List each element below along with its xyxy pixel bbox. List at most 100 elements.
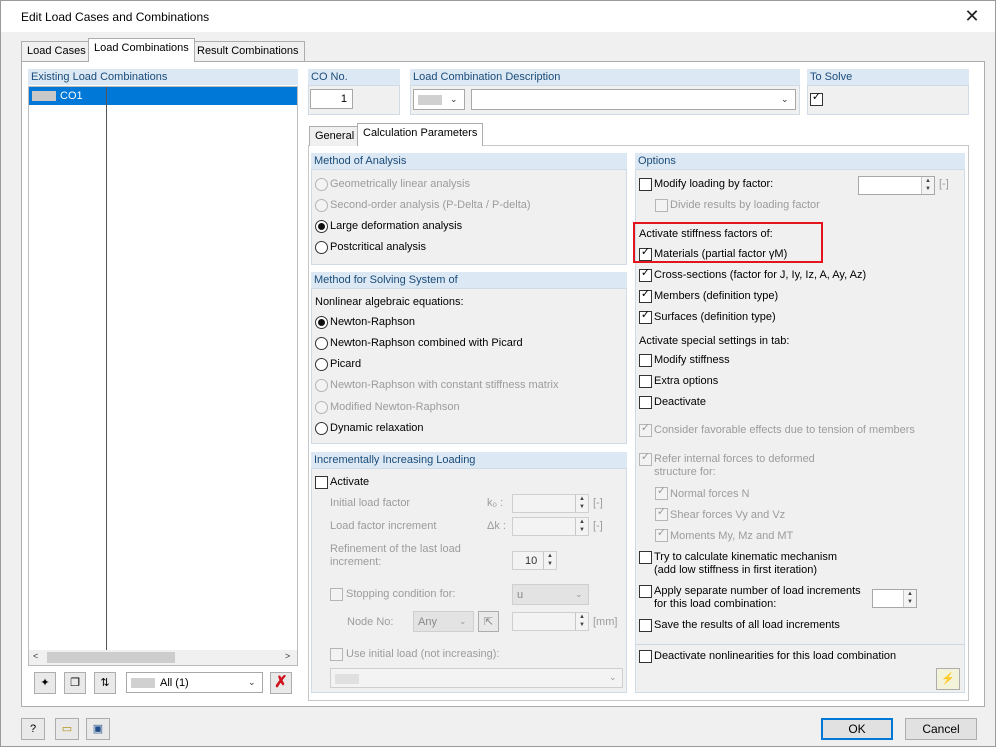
column-divider (106, 87, 107, 665)
window-title: Edit Load Cases and Combinations (21, 10, 210, 24)
new-combination-icon[interactable]: ✦ (34, 672, 56, 694)
radio-second-order[interactable] (315, 199, 328, 212)
tab-load-cases[interactable]: Load Cases (21, 41, 92, 61)
use-initial-load-checkbox[interactable] (330, 648, 343, 661)
description-type-select[interactable]: ⌄ (413, 89, 465, 110)
stopping-value: u (517, 589, 524, 601)
open-folder-icon[interactable]: ▭ (55, 718, 79, 740)
list-item[interactable]: CO1 (29, 87, 297, 105)
radio-modified-newton[interactable] (315, 401, 328, 414)
radio-postcritical[interactable] (315, 241, 328, 254)
initial-load-factor-input[interactable]: ▲ ▼ (512, 494, 589, 513)
description-input[interactable]: ⌄ (471, 89, 796, 110)
cross-sections-checkbox[interactable]: ✓ (639, 267, 652, 282)
surfaces-checkbox[interactable]: ✓ (639, 309, 652, 324)
chevron-down-icon: ⌄ (575, 589, 583, 599)
filter-select[interactable]: All (1) ⌄ (126, 672, 263, 693)
dynamic-relaxation-label: Dynamic relaxation (330, 422, 424, 434)
incremental-header: Incrementally Increasing Loading (311, 452, 627, 468)
modify-stiffness-checkbox[interactable] (639, 354, 652, 367)
checkmark-icon: ✓ (640, 422, 651, 434)
activate-incremental-label: Activate (330, 476, 370, 488)
node-value-input[interactable]: ▲ ▼ (512, 612, 589, 631)
increments-input[interactable]: ▲ ▼ (872, 589, 917, 608)
radio-large-deformation[interactable] (315, 220, 328, 233)
stopping-condition-checkbox[interactable] (330, 588, 343, 601)
moments-checkbox[interactable]: ✓ (655, 527, 668, 542)
to-solve-checkbox[interactable]: ✓ (810, 91, 823, 106)
checkmark-icon: ✓ (640, 288, 651, 300)
tab-load-combinations[interactable]: Load Combinations (88, 38, 195, 62)
spinner[interactable]: ▲ ▼ (903, 590, 916, 607)
stopping-condition-select[interactable]: u ⌄ (512, 584, 589, 605)
co-no-input[interactable]: 1 (310, 89, 353, 109)
ok-button[interactable]: OK (821, 718, 893, 740)
combinations-list: CO1 < > (28, 86, 298, 666)
initial-load-select[interactable]: ⌄ (330, 668, 623, 688)
delete-icon[interactable]: ✗ (270, 672, 292, 694)
cancel-button[interactable]: Cancel (905, 718, 977, 740)
nonlinear-equations-label: Nonlinear algebraic equations: (315, 296, 464, 308)
shear-forces-checkbox[interactable]: ✓ (655, 506, 668, 521)
color-swatch (418, 95, 442, 105)
postcritical-label: Postcritical analysis (330, 241, 426, 253)
spinner[interactable]: ▲ ▼ (575, 518, 588, 535)
activate-incremental-checkbox[interactable] (315, 476, 328, 489)
refinement-value: 10 (525, 555, 538, 567)
spinner[interactable]: ▲ ▼ (543, 552, 556, 569)
spinner[interactable]: ▲ ▼ (575, 613, 588, 630)
scroll-right-icon[interactable]: > (285, 651, 290, 661)
scroll-thumb[interactable] (47, 652, 175, 663)
settings-icon[interactable]: ⚡ (936, 668, 960, 690)
save-icon[interactable]: ▣ (86, 718, 110, 740)
tab-result-combinations[interactable]: Result Combinations (191, 41, 305, 61)
refer-forces-checkbox[interactable]: ✓ (639, 451, 652, 466)
to-solve-group (807, 85, 969, 115)
favorable-effects-checkbox[interactable]: ✓ (639, 422, 652, 437)
spinner[interactable]: ▲ ▼ (575, 495, 588, 512)
spinner[interactable]: ▲ ▼ (921, 177, 934, 194)
dk-label: Δk : (487, 520, 506, 532)
load-factor-increment-input[interactable]: ▲ ▼ (512, 517, 589, 536)
refer-forces-label-1: Refer internal forces to deformed (654, 453, 815, 465)
members-checkbox[interactable]: ✓ (639, 288, 652, 303)
copy-combination-icon[interactable]: ❐ (64, 672, 86, 694)
modify-loading-checkbox[interactable] (639, 178, 652, 191)
save-increments-label: Save the results of all load increments (654, 619, 840, 631)
initial-load-factor-label: Initial load factor (330, 497, 411, 509)
subtab-calculation-parameters[interactable]: Calculation Parameters (357, 123, 484, 146)
renumber-icon[interactable]: ⇅ (94, 672, 116, 694)
pick-node-icon[interactable]: ⇱ (478, 611, 499, 632)
deactivate-checkbox[interactable] (639, 396, 652, 409)
unit-label: [-] (593, 497, 603, 509)
radio-newton-constant[interactable] (315, 379, 328, 392)
normal-forces-checkbox[interactable]: ✓ (655, 485, 668, 500)
options-header: Options (635, 153, 965, 169)
newton-raphson-label: Newton-Raphson (330, 316, 415, 328)
refinement-input[interactable]: 10 ▲ ▼ (512, 551, 557, 570)
deactivate-label: Deactivate (654, 396, 706, 408)
modify-loading-input[interactable]: ▲ ▼ (858, 176, 935, 195)
radio-geometrically-linear[interactable] (315, 178, 328, 191)
deactivate-nonlinearities-checkbox[interactable] (639, 650, 652, 663)
radio-dynamic-relaxation[interactable] (315, 422, 328, 435)
radio-newton-picard[interactable] (315, 337, 328, 350)
separate-increments-checkbox[interactable] (639, 585, 652, 598)
existing-combinations-header: Existing Load Combinations (28, 69, 298, 85)
radio-picard[interactable] (315, 358, 328, 371)
radio-newton-raphson[interactable] (315, 316, 328, 329)
color-swatch (32, 91, 56, 101)
chevron-down-icon: ⌄ (781, 94, 789, 104)
kinematic-checkbox[interactable] (639, 551, 652, 564)
horizontal-scrollbar[interactable]: < > (29, 650, 297, 665)
help-icon[interactable]: ? (21, 718, 45, 740)
scroll-left-icon[interactable]: < (33, 651, 38, 661)
save-increments-checkbox[interactable] (639, 619, 652, 632)
extra-options-checkbox[interactable] (639, 375, 652, 388)
close-icon[interactable]: ✕ (961, 5, 983, 27)
node-select[interactable]: Any ⌄ (413, 611, 474, 632)
unit-label: [-] (593, 520, 603, 532)
subtab-general[interactable]: General (309, 126, 361, 146)
title-bar: Edit Load Cases and Combinations ✕ (1, 1, 995, 32)
divide-results-checkbox[interactable] (655, 199, 668, 212)
